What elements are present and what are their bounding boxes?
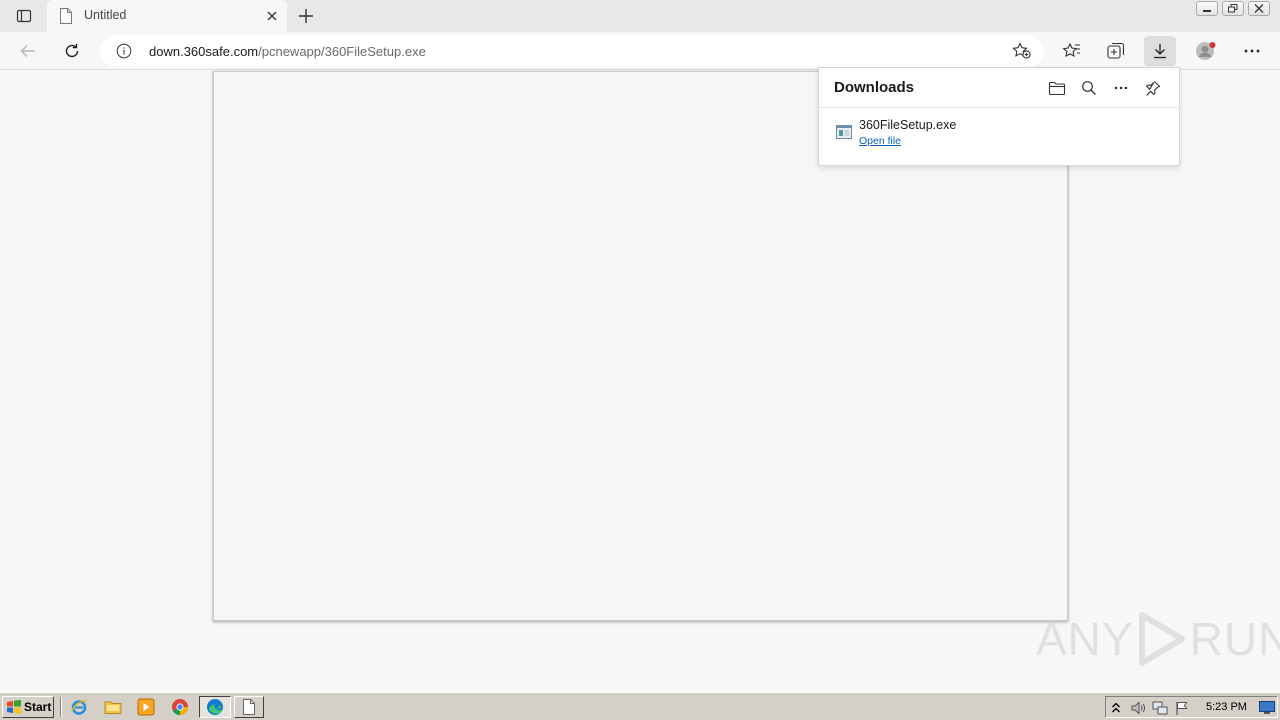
flag-icon [1176, 701, 1188, 715]
more-dots-icon [1114, 86, 1128, 90]
collections-icon [1107, 42, 1125, 59]
taskbar-blank-window-button[interactable] [234, 696, 264, 718]
profile-avatar-icon [1196, 42, 1216, 60]
media-player-logo [137, 698, 155, 716]
start-label: Start [24, 700, 52, 714]
search-icon [1082, 81, 1096, 95]
url-text[interactable]: down.360safe.com/pcnewapp/360FileSetup.e… [149, 44, 426, 59]
refresh-button[interactable] [57, 36, 87, 66]
explorer-icon[interactable] [104, 698, 122, 716]
pin-downloads-button[interactable] [1141, 76, 1165, 100]
network-computer-icon [1152, 701, 1168, 714]
watermark-text-right: RUN [1189, 613, 1280, 665]
favorites-icon [1062, 42, 1080, 58]
play-logo-icon [1138, 612, 1185, 666]
star-add-icon [1012, 42, 1031, 59]
info-icon[interactable] [116, 43, 132, 59]
close-window-icon [1254, 4, 1264, 13]
download-icon [1154, 44, 1166, 59]
exe-file-icon [836, 125, 852, 139]
back-arrow-icon [20, 45, 35, 57]
media-player-icon[interactable] [137, 698, 155, 716]
refresh-icon [65, 43, 79, 58]
settings-more-button[interactable] [1237, 36, 1267, 66]
restore-icon [1228, 4, 1238, 13]
add-favorite-button[interactable] [1010, 40, 1034, 62]
close-window-button[interactable] [1248, 1, 1270, 16]
collections-button[interactable] [1101, 36, 1131, 66]
back-button[interactable] [13, 36, 43, 66]
profile-button[interactable] [1191, 36, 1221, 66]
browser-toolbar: down.360safe.com/pcnewapp/360FileSetup.e… [0, 32, 1280, 70]
network-icon[interactable] [1152, 700, 1168, 716]
speaker-icon [1131, 701, 1145, 715]
downloads-header: Downloads [819, 68, 1179, 108]
tray-expand-icon[interactable] [1108, 700, 1124, 716]
ie-icon[interactable] [70, 698, 88, 716]
favorites-button[interactable] [1057, 36, 1087, 66]
action-center-flag-icon[interactable] [1174, 700, 1190, 716]
chrome-logo [172, 699, 188, 715]
blank-document-icon [243, 699, 255, 715]
open-file-link[interactable]: Open file [859, 135, 901, 147]
system-tray: 5:23 PM [1105, 696, 1278, 718]
ie-logo [70, 700, 87, 715]
anyrun-watermark: ANY RUN [1036, 608, 1280, 670]
new-tab-button[interactable] [294, 4, 318, 28]
minimize-icon [1203, 9, 1211, 12]
close-icon [267, 11, 277, 21]
minimize-button[interactable] [1196, 1, 1218, 16]
downloads-button[interactable] [1144, 36, 1176, 66]
folder-icon [1048, 81, 1066, 96]
search-downloads-button[interactable] [1077, 76, 1101, 100]
tab-title: Untitled [84, 8, 127, 22]
downloads-title: Downloads [834, 79, 915, 96]
volume-icon[interactable] [1130, 700, 1146, 716]
downloads-more-options-button[interactable] [1109, 76, 1133, 100]
window-controls [1196, 1, 1270, 16]
open-downloads-folder-button[interactable] [1045, 76, 1069, 100]
clock[interactable]: 5:23 PM [1206, 701, 1247, 713]
tab-strip: Untitled [0, 0, 1280, 32]
restore-button[interactable] [1222, 1, 1244, 16]
pin-icon [1146, 81, 1161, 96]
windows-logo-icon [7, 700, 21, 714]
tab-active[interactable]: Untitled [47, 0, 287, 32]
start-button[interactable]: Start [2, 696, 54, 718]
more-dots-icon [1244, 49, 1260, 53]
downloads-flyout: Downloads 360FileSetup.exe Open file [818, 67, 1180, 166]
chevron-up-icon [1112, 702, 1120, 713]
desktop-icon [1259, 701, 1275, 714]
address-bar[interactable]: down.360safe.com/pcnewapp/360FileSetup.e… [100, 35, 1044, 67]
edge-logo [207, 699, 223, 715]
chrome-icon[interactable] [171, 698, 189, 716]
download-item[interactable]: 360FileSetup.exe Open file [819, 109, 1179, 166]
tab-actions-button[interactable] [10, 5, 38, 27]
url-host: down.360safe.com [149, 44, 259, 59]
taskbar-separator [60, 697, 62, 717]
url-path: /pcnewapp/360FileSetup.exe [258, 44, 426, 59]
taskbar: Start 5:23 PM [0, 692, 1280, 720]
taskbar-edge-button[interactable] [199, 696, 231, 718]
tab-actions-icon [16, 9, 32, 23]
folder-explorer-logo [104, 701, 122, 714]
tab-close-button[interactable] [263, 7, 281, 25]
plus-icon [299, 9, 313, 23]
show-desktop-icon[interactable] [1259, 700, 1275, 716]
watermark-text-left: ANY [1036, 613, 1134, 665]
page-icon [60, 8, 72, 24]
download-filename: 360FileSetup.exe [859, 118, 957, 132]
